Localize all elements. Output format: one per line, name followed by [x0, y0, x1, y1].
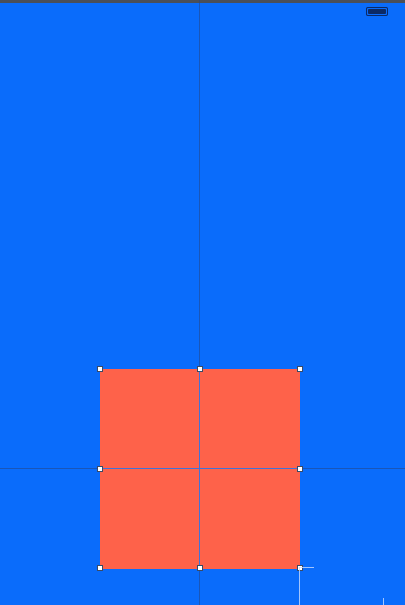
shape-horizontal-center-line [100, 468, 300, 469]
battery-fill [368, 9, 386, 14]
resize-handle-top-right[interactable] [297, 366, 303, 372]
selected-rectangle[interactable] [100, 369, 300, 569]
top-edge [0, 0, 405, 3]
resize-handle-bottom-left[interactable] [97, 565, 103, 571]
design-canvas[interactable] [0, 0, 405, 605]
resize-handle-top-center[interactable] [197, 366, 203, 372]
resize-handle-middle-left[interactable] [97, 466, 103, 472]
resize-handle-bottom-center[interactable] [197, 565, 203, 571]
battery-icon [366, 7, 388, 16]
resize-handle-middle-right[interactable] [297, 466, 303, 472]
shape-vertical-center-line [199, 369, 200, 569]
resize-handle-bottom-right[interactable] [297, 565, 303, 571]
canvas-edge-marker [383, 598, 384, 605]
bottom-right-guide-horizontal [299, 567, 314, 568]
bottom-right-guide-vertical [299, 568, 300, 605]
resize-handle-top-left[interactable] [97, 366, 103, 372]
